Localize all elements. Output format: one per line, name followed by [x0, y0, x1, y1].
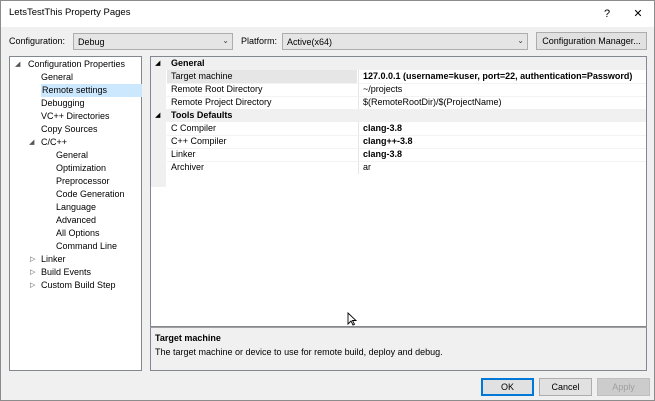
tree-item-cpp-language[interactable]: Language — [56, 201, 96, 214]
chevron-down-icon: ⌄ — [222, 36, 229, 45]
category-label: Tools Defaults — [171, 110, 233, 120]
tree-item-copy-sources[interactable]: Copy Sources — [41, 123, 98, 136]
tree-item-cpp-code-generation[interactable]: Code Generation — [56, 188, 125, 201]
property-grid: ◢ General Target machine 127.0.0.1 (user… — [150, 56, 647, 327]
tree-item-cpp[interactable]: C/C++ — [41, 136, 67, 149]
property-tree: ◢ Configuration Properties General Remot… — [9, 56, 142, 371]
collapse-triangle-icon[interactable]: ◢ — [155, 109, 160, 122]
configuration-value: Debug — [78, 37, 105, 47]
description-title: Target machine — [155, 333, 221, 343]
configuration-select[interactable]: Debug ⌄ — [73, 33, 233, 50]
property-row-cpp-compiler[interactable]: C++ Compiler clang++-3.8 — [151, 135, 646, 148]
tree-item-vc-directories[interactable]: VC++ Directories — [41, 110, 110, 123]
tree-item-remote-settings[interactable]: Remote settings — [41, 84, 142, 97]
property-pages-window: LetsTestThis Property Pages ? ✕ Configur… — [0, 0, 655, 401]
collapse-triangle-icon[interactable]: ◢ — [29, 136, 34, 149]
tree-item-cpp-command-line[interactable]: Command Line — [56, 240, 117, 253]
tree-item-cpp-all-options[interactable]: All Options — [56, 227, 100, 240]
tree-item-cpp-optimization[interactable]: Optimization — [56, 162, 106, 175]
ok-button[interactable]: OK — [481, 378, 534, 396]
property-name: C++ Compiler — [171, 136, 227, 146]
chevron-down-icon: ⌄ — [517, 36, 524, 45]
cancel-button[interactable]: Cancel — [539, 378, 592, 396]
tree-item-custom-build-step[interactable]: Custom Build Step — [41, 279, 116, 292]
property-value[interactable]: clang-3.8 — [363, 148, 402, 161]
mouse-cursor-icon — [347, 312, 357, 326]
property-row-remote-root-directory[interactable]: Remote Root Directory ~/projects — [151, 83, 646, 96]
apply-button[interactable]: Apply — [597, 378, 650, 396]
property-name: Archiver — [171, 162, 205, 172]
property-value[interactable]: clang-3.8 — [363, 122, 402, 135]
configuration-label: Configuration: — [9, 36, 66, 46]
tree-item-cpp-general[interactable]: General — [56, 149, 88, 162]
collapse-triangle-icon[interactable]: ◢ — [15, 58, 20, 71]
property-name: Target machine — [171, 71, 233, 81]
description-text: The target machine or device to use for … — [155, 347, 443, 357]
window-title: LetsTestThis Property Pages — [9, 7, 131, 18]
tree-item-build-events[interactable]: Build Events — [41, 266, 91, 279]
property-value[interactable]: ar — [363, 161, 371, 174]
platform-value: Active(x64) — [287, 37, 333, 47]
title-bar: LetsTestThis Property Pages ? ✕ — [1, 1, 654, 27]
expand-triangle-icon[interactable]: ▷ — [30, 279, 35, 292]
property-value[interactable]: 127.0.0.1 (username=kuser, port=22, auth… — [363, 70, 632, 83]
tree-item-debugging[interactable]: Debugging — [41, 97, 85, 110]
property-name: Remote Project Directory — [171, 97, 272, 107]
category-label: General — [171, 58, 205, 68]
tree-item-cpp-preprocessor[interactable]: Preprocessor — [56, 175, 110, 188]
category-general[interactable]: ◢ General — [151, 57, 646, 70]
property-value[interactable]: ~/projects — [363, 83, 402, 96]
close-button[interactable]: ✕ — [622, 1, 654, 27]
help-button[interactable]: ? — [591, 1, 623, 27]
property-value[interactable]: clang++-3.8 — [363, 135, 413, 148]
tree-item-general[interactable]: General — [41, 71, 73, 84]
expand-triangle-icon[interactable]: ▷ — [30, 266, 35, 279]
expand-triangle-icon[interactable]: ▷ — [30, 253, 35, 266]
description-panel: Target machine The target machine or dev… — [150, 327, 647, 371]
collapse-triangle-icon[interactable]: ◢ — [155, 57, 160, 70]
property-row-linker[interactable]: Linker clang-3.8 — [151, 148, 646, 161]
property-name: C Compiler — [171, 123, 217, 133]
platform-label: Platform: — [241, 36, 278, 46]
property-name: Linker — [171, 149, 196, 159]
configuration-manager-button[interactable]: Configuration Manager... — [536, 32, 647, 50]
property-row-archiver[interactable]: Archiver ar — [151, 161, 646, 174]
property-row-c-compiler[interactable]: C Compiler clang-3.8 — [151, 122, 646, 135]
property-name: Remote Root Directory — [171, 84, 263, 94]
tree-item-linker[interactable]: Linker — [41, 253, 66, 266]
property-row-target-machine[interactable]: Target machine 127.0.0.1 (username=kuser… — [151, 70, 646, 83]
tree-item-configuration-properties[interactable]: Configuration Properties — [28, 58, 125, 71]
property-row-remote-project-directory[interactable]: Remote Project Directory $(RemoteRootDir… — [151, 96, 646, 109]
category-tools-defaults[interactable]: ◢ Tools Defaults — [151, 109, 646, 122]
platform-select[interactable]: Active(x64) ⌄ — [282, 33, 528, 50]
tree-item-cpp-advanced[interactable]: Advanced — [56, 214, 96, 227]
property-value[interactable]: $(RemoteRootDir)/$(ProjectName) — [363, 96, 502, 109]
configuration-row: Configuration: Debug ⌄ Platform: Active(… — [1, 32, 654, 51]
